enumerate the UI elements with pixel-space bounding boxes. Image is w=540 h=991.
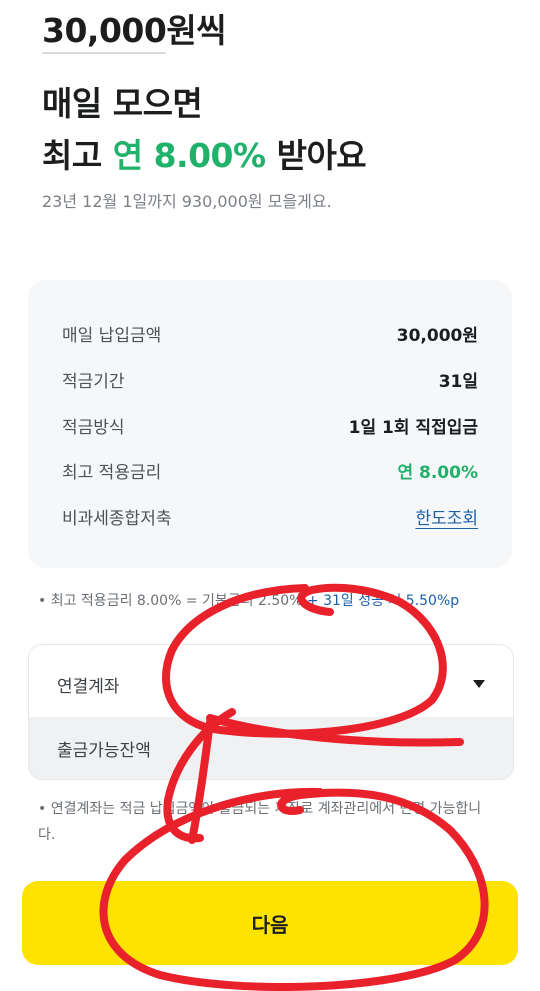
daily-amount-value[interactable]: 30,000 xyxy=(42,11,167,54)
summary-label: 최고 적용금리 xyxy=(62,462,162,483)
bullet: • xyxy=(38,593,47,609)
summary-row-period: 적금기간 31일 xyxy=(62,364,478,394)
summary-label: 비과세종합저축 xyxy=(62,508,172,529)
linked-account-label: 연결계좌 xyxy=(57,676,120,697)
headline-line-2: 최고 연 8.00% 받아요 xyxy=(42,130,367,182)
summary-value: 31일 xyxy=(438,371,478,392)
available-balance-row: 출금가능잔액 xyxy=(29,717,513,779)
summary-row-daily-amount: 매일 납입금액 30,000원 xyxy=(62,318,478,348)
linked-account-dropdown[interactable]: 연결계좌 xyxy=(29,651,513,717)
limit-inquiry-link[interactable]: 한도조회 xyxy=(415,504,478,529)
summary-value: 1일 1회 직접입금 xyxy=(348,417,478,438)
bullet: • xyxy=(38,801,47,817)
summary-row-max-rate: 최고 적용금리 연 8.00% xyxy=(62,455,478,485)
headline-line-1: 매일 모으면 xyxy=(42,84,203,123)
next-button[interactable]: 다음 xyxy=(22,881,518,965)
headline-suffix: 받아요 xyxy=(276,136,367,175)
savings-summary-card: 매일 납입금액 30,000원 적금기간 31일 적금방식 1일 1회 직접입금… xyxy=(28,280,512,568)
summary-row-tax-free: 비과세종합저축 한도조회 xyxy=(62,501,478,531)
summary-row-method: 적금방식 1일 1회 직접입금 xyxy=(62,410,478,440)
account-selector: 연결계좌 출금가능잔액 xyxy=(28,644,514,780)
goal-subtext: 23년 12월 1일까지 930,000원 모을게요. xyxy=(42,192,332,211)
daily-amount-heading: 30,000원씩 xyxy=(42,4,227,54)
rate-breakdown-note: • 최고 적용금리 8.00% = 기본금리 2.50% + 31일 성공 시 … xyxy=(38,590,459,610)
caret-down-icon xyxy=(473,680,485,688)
headline-prefix: 최고 xyxy=(42,136,102,175)
summary-label: 적금방식 xyxy=(62,417,125,438)
linked-account-note: • 연결계좌는 적금 납입금액이 출금되는 계좌로 계좌관리에서 변경 가능합니… xyxy=(38,796,498,848)
rate-breakdown-text: 최고 적용금리 8.00% = 기본금리 2.50% xyxy=(50,593,303,609)
summary-value: 30,000원 xyxy=(396,325,478,346)
daily-amount-suffix: 원씩 xyxy=(166,11,227,50)
headline-rate: 연 8.00% xyxy=(112,136,266,175)
rate-bonus-text: + 31일 성공 시 5.50%p xyxy=(306,593,460,609)
available-balance-label: 출금가능잔액 xyxy=(57,740,151,761)
summary-label: 매일 납입금액 xyxy=(62,325,162,346)
summary-label: 적금기간 xyxy=(62,371,125,392)
summary-value-rate: 연 8.00% xyxy=(397,462,478,483)
headline: 매일 모으면 최고 연 8.00% 받아요 xyxy=(42,78,367,182)
linked-account-note-text: 연결계좌는 적금 납입금액이 출금되는 계좌로 계좌관리에서 변경 가능합니다. xyxy=(38,801,482,843)
